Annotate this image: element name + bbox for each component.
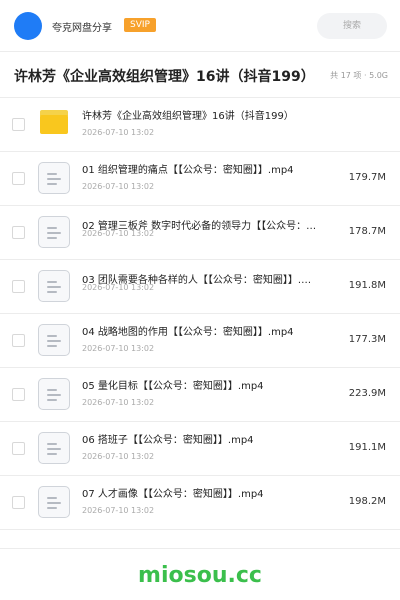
list-item[interactable]: 01 组织管理的痛点【【公众号：密知圈】】.mp4 2026-07-10 13:… [0,152,400,206]
footer: miosou.cc [0,548,400,600]
item-size: 198.2M [348,496,386,507]
item-date: 2026-07-10 13:02 [82,128,155,137]
item-count-summary: 共 17 项 · 5.0G [330,71,388,80]
item-date: 2026-07-10 13:02 [82,452,155,461]
share-title-bar: 许林芳《企业高效组织管理》16讲（抖音199） 共 17 项 · 5.0G [0,52,400,98]
item-date: 2026-07-10 13:02 [82,398,155,407]
file-icon [38,216,70,248]
list-item[interactable]: 02 管理三板斧 数字时代必备的领导力【【公众号：… 2026-07-10 13… [0,206,400,260]
item-size: 223.9M [348,388,386,399]
item-size: 177.3M [348,334,386,345]
list-item[interactable]: 03 团队需要各种各样的人【【公众号：密知圈】】.… 2026-07-10 13… [0,260,400,314]
select-checkbox[interactable] [12,172,25,185]
search-input[interactable]: 搜索 [317,13,387,39]
list-item[interactable]: 05 量化目标【【公众号：密知圈】】.mp4 2026-07-10 13:02 … [0,368,400,422]
select-checkbox[interactable] [12,334,25,347]
avatar[interactable] [14,12,42,40]
item-name[interactable]: 06 搭班子【【公众号：密知圈】】.mp4 [82,434,332,447]
list-item[interactable]: 07 人才画像【【公众号：密知圈】】.mp4 2026-07-10 13:02 … [0,476,400,530]
item-size: 179.7M [348,172,386,183]
select-checkbox[interactable] [12,118,25,131]
file-icon [38,162,70,194]
item-name[interactable]: 01 组织管理的痛点【【公众号：密知圈】】.mp4 [82,164,332,177]
item-name[interactable]: 05 量化目标【【公众号：密知圈】】.mp4 [82,380,332,393]
file-list: 许林芳《企业高效组织管理》16讲（抖音199） 2026-07-10 13:02… [0,98,400,530]
folder-icon [40,110,68,134]
item-name[interactable]: 许林芳《企业高效组织管理》16讲（抖音199） [82,110,332,123]
page-title: 许林芳《企业高效组织管理》16讲（抖音199） [14,69,315,85]
brand-name: 夸克网盘分享 [52,23,112,34]
site-logo[interactable]: miosou.cc [0,563,400,588]
file-icon [38,324,70,356]
svip-badge: SVIP [124,18,156,32]
item-date: 2026-07-10 13:02 [82,344,155,353]
item-date: 2026-07-10 13:02 [82,506,155,515]
file-icon [38,486,70,518]
select-checkbox[interactable] [12,226,25,239]
item-size: 178.7M [348,226,386,237]
item-name[interactable]: 07 人才画像【【公众号：密知圈】】.mp4 [82,488,332,501]
item-name[interactable]: 03 团队需要各种各样的人【【公众号：密知圈】】.… [82,274,332,287]
file-icon [38,378,70,410]
top-bar: 夸克网盘分享 SVIP 搜索 [0,0,400,52]
item-name[interactable]: 02 管理三板斧 数字时代必备的领导力【【公众号：… [82,220,332,233]
file-icon [38,270,70,302]
item-date: 2026-07-10 13:02 [82,182,155,191]
item-size: 191.1M [348,442,386,453]
list-item[interactable]: 许林芳《企业高效组织管理》16讲（抖音199） 2026-07-10 13:02 [0,98,400,152]
select-checkbox[interactable] [12,280,25,293]
file-icon [38,432,70,464]
select-checkbox[interactable] [12,496,25,509]
list-item[interactable]: 04 战略地图的作用【【公众号：密知圈】】.mp4 2026-07-10 13:… [0,314,400,368]
item-name[interactable]: 04 战略地图的作用【【公众号：密知圈】】.mp4 [82,326,332,339]
select-checkbox[interactable] [12,442,25,455]
list-item[interactable]: 06 搭班子【【公众号：密知圈】】.mp4 2026-07-10 13:02 1… [0,422,400,476]
item-size: 191.8M [348,280,386,291]
select-checkbox[interactable] [12,388,25,401]
